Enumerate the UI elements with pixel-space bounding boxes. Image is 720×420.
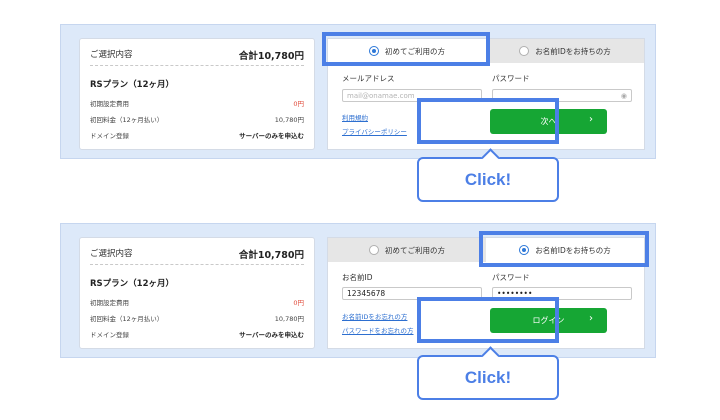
row-label: 初回料金（12ヶ月払い）: [90, 315, 164, 323]
summary-title: ご選択内容: [90, 249, 133, 259]
login-tabs: 初めてご利用の方 お名前IDをお持ちの方: [328, 39, 644, 63]
chevron-right-icon: ›: [589, 313, 593, 324]
summary-row: ドメイン登録 サーバーのみを申込む: [90, 130, 304, 140]
eye-icon[interactable]: ◉: [621, 92, 627, 100]
click-callout: Click!: [417, 346, 559, 400]
tab-label: 初めてご利用の方: [385, 46, 445, 56]
summary-total: 合計10,780円: [238, 51, 304, 62]
summary-row: 初回料金（12ヶ月払い） 10,780円: [90, 114, 304, 124]
terms-link[interactable]: 利用規約: [342, 112, 368, 122]
row-label: 初期設定費用: [90, 299, 129, 307]
password-field[interactable]: ◉: [492, 89, 632, 102]
summary-header: ご選択内容 合計10,780円: [90, 247, 304, 265]
summary-row: 初回料金（12ヶ月払い） 10,780円: [90, 313, 304, 323]
click-callout: Click!: [417, 148, 559, 202]
plan-name: RSプラン（12ヶ月）: [90, 279, 174, 289]
login-box: 初めてご利用の方 お名前IDをお持ちの方 お名前ID 12345678 パスワー…: [327, 237, 645, 349]
row-label: ドメイン登録: [90, 132, 129, 140]
password-label: パスワード: [492, 74, 530, 83]
row-label: ドメイン登録: [90, 331, 129, 339]
row-value: サーバーのみを申込む: [239, 132, 304, 140]
forgot-password-link[interactable]: パスワードをお忘れの方: [342, 325, 414, 335]
tab-label: お名前IDをお持ちの方: [535, 46, 611, 56]
summary-header: ご選択内容 合計10,780円: [90, 48, 304, 66]
login-button[interactable]: ログイン ›: [490, 308, 607, 333]
callout-text: Click!: [464, 169, 512, 189]
next-button[interactable]: 次へ ›: [490, 109, 607, 134]
callout-text: Click!: [464, 367, 512, 387]
row-label: 初期設定費用: [90, 100, 129, 108]
radio-unchecked-icon[interactable]: [369, 245, 379, 255]
password-label: パスワード: [492, 273, 530, 282]
summary-row: 初期設定費用 0円: [90, 98, 304, 108]
row-label: 初回料金（12ヶ月払い）: [90, 116, 164, 124]
email-field[interactable]: mail@onamae.com: [342, 89, 482, 102]
radio-unchecked-icon[interactable]: [519, 46, 530, 56]
next-button-label: 次へ: [540, 117, 557, 126]
email-label: メールアドレス: [342, 74, 395, 83]
summary-total: 合計10,780円: [238, 250, 304, 261]
id-label: お名前ID: [342, 273, 373, 282]
tab-label: 初めてご利用の方: [385, 245, 445, 255]
order-summary: ご選択内容 合計10,780円 RSプラン（12ヶ月） 初期設定費用 0円 初回…: [79, 237, 315, 349]
id-field[interactable]: 12345678: [342, 287, 482, 300]
password-field[interactable]: ••••••••: [492, 287, 632, 300]
summary-row: 初期設定費用 0円: [90, 297, 304, 307]
row-value: 10,780円: [274, 116, 304, 124]
summary-row: ドメイン登録 サーバーのみを申込む: [90, 329, 304, 339]
plan-name: RSプラン（12ヶ月）: [90, 80, 174, 90]
login-tabs: 初めてご利用の方 お名前IDをお持ちの方: [328, 238, 644, 262]
tab-label: お名前IDをお持ちの方: [535, 245, 611, 255]
row-value: 0円: [293, 299, 304, 307]
login-box: 初めてご利用の方 お名前IDをお持ちの方 メールアドレス mail@onamae…: [327, 38, 645, 150]
forgot-id-link[interactable]: お名前IDをお忘れの方: [342, 311, 407, 321]
chevron-right-icon: ›: [589, 114, 593, 125]
tab-existing-id[interactable]: お名前IDをお持ちの方: [486, 238, 644, 262]
row-value: サーバーのみを申込む: [239, 331, 304, 339]
tab-existing-id[interactable]: お名前IDをお持ちの方: [486, 39, 644, 63]
login-panel: ご選択内容 合計10,780円 RSプラン（12ヶ月） 初期設定費用 0円 初回…: [60, 223, 656, 358]
summary-title: ご選択内容: [90, 50, 133, 60]
radio-checked-icon[interactable]: [369, 46, 379, 56]
radio-checked-icon[interactable]: [519, 245, 530, 255]
row-value: 10,780円: [274, 315, 304, 323]
privacy-link[interactable]: プライバシーポリシー: [342, 126, 407, 136]
tab-first-time[interactable]: 初めてご利用の方: [328, 39, 486, 63]
order-summary: ご選択内容 合計10,780円 RSプラン（12ヶ月） 初期設定費用 0円 初回…: [79, 38, 315, 150]
login-button-label: ログイン: [532, 316, 565, 325]
row-value: 0円: [293, 100, 304, 108]
signup-panel: ご選択内容 合計10,780円 RSプラン（12ヶ月） 初期設定費用 0円 初回…: [60, 24, 656, 159]
tab-first-time[interactable]: 初めてご利用の方: [328, 238, 486, 262]
